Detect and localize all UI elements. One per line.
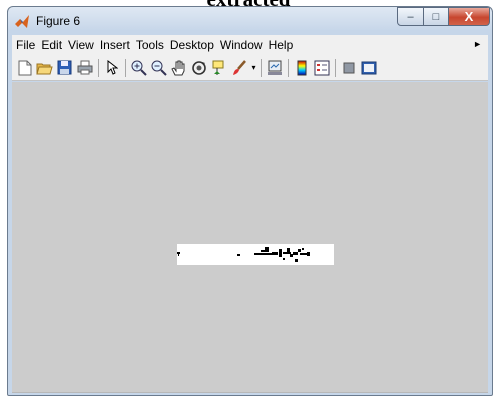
extracted-image (177, 244, 334, 265)
edit-plot-arrow-icon[interactable] (103, 59, 120, 77)
hide-plot-tools-icon[interactable] (340, 59, 357, 77)
close-button[interactable]: X (448, 7, 490, 26)
menu-edit[interactable]: Edit (38, 38, 65, 52)
pan-hand-icon[interactable] (170, 59, 187, 77)
maximize-icon: □ (432, 10, 440, 23)
figure-window: Figure 6 – □ X File Edit View Insert Too… (7, 6, 493, 396)
menu-file[interactable]: File (12, 38, 38, 52)
maximize-button[interactable]: □ (423, 7, 449, 26)
show-plot-tools-icon[interactable] (360, 59, 377, 77)
window-title: Figure 6 (36, 14, 81, 28)
matlab-logo-icon (15, 15, 29, 28)
toolbar-separator (288, 58, 289, 77)
menu-help[interactable]: Help (266, 38, 297, 52)
extracted-text-pixels (177, 247, 310, 262)
colorbar-icon[interactable] (293, 59, 310, 77)
legend-icon[interactable] (313, 59, 330, 77)
figure-toolbar: ▾ (12, 55, 488, 81)
toolbar-separator (98, 58, 99, 77)
toolbar-separator (335, 58, 336, 77)
open-file-icon[interactable] (36, 59, 53, 77)
menu-view[interactable]: View (65, 38, 97, 52)
menu-bar: File Edit View Insert Tools Desktop Wind… (12, 35, 488, 56)
data-cursor-icon[interactable] (210, 59, 227, 77)
chevron-right-icon[interactable]: ► (473, 39, 482, 49)
brush-icon[interactable] (230, 59, 247, 77)
link-plot-icon[interactable] (266, 59, 283, 77)
rotate-3d-icon[interactable] (190, 59, 207, 77)
minimize-icon: – (407, 10, 414, 23)
menu-insert[interactable]: Insert (97, 38, 133, 52)
minimize-button[interactable]: – (397, 7, 424, 26)
zoom-out-icon[interactable] (150, 59, 167, 77)
figure-canvas[interactable] (12, 82, 488, 393)
menu-desktop[interactable]: Desktop (167, 38, 217, 52)
menu-window[interactable]: Window (217, 38, 266, 52)
menu-tools[interactable]: Tools (133, 38, 167, 52)
title-bar[interactable]: Figure 6 – □ X (8, 7, 492, 35)
new-figure-icon[interactable] (16, 59, 33, 77)
zoom-in-icon[interactable] (130, 59, 147, 77)
close-icon: X (464, 9, 474, 24)
toolbar-separator (261, 58, 262, 77)
toolbar-separator (125, 58, 126, 77)
print-figure-icon[interactable] (76, 59, 93, 77)
save-figure-icon[interactable] (56, 59, 73, 77)
brush-dropdown-icon[interactable]: ▾ (250, 59, 257, 77)
